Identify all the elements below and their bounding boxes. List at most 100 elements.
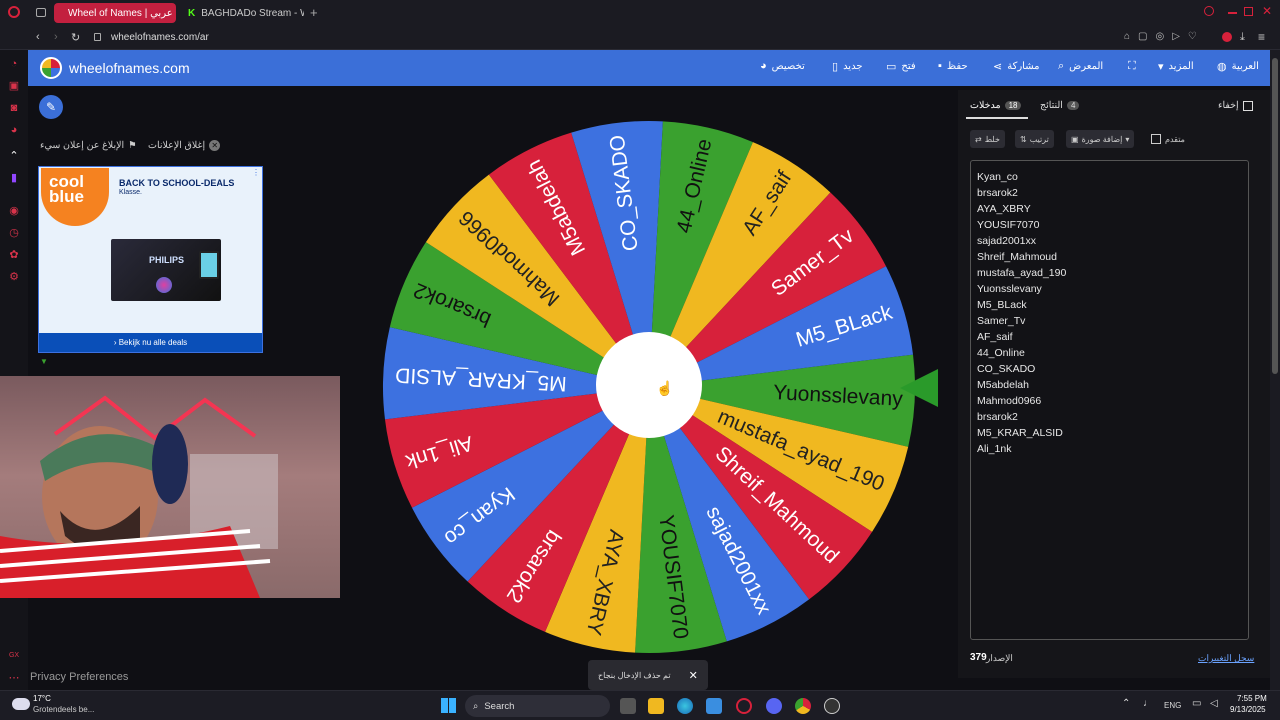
tray-chevron-icon[interactable]: ⌃	[1122, 698, 1130, 709]
opera-gx-taskbar-icon[interactable]	[736, 698, 752, 714]
opera-icon[interactable]	[8, 6, 20, 18]
tab-baghdado-stream[interactable]: K BAGHDADo Stream - Wat	[180, 3, 304, 23]
clock-time[interactable]: 7:55 PM	[1237, 694, 1267, 703]
wheel-logo-icon[interactable]	[40, 57, 62, 79]
scrollbar-thumb[interactable]	[1272, 58, 1278, 374]
close-icon[interactable]: ✕	[689, 669, 698, 682]
volume-icon[interactable]: ◁	[1210, 698, 1218, 709]
weather-temp[interactable]: 17°C	[33, 694, 51, 703]
instagram-icon[interactable]: ◙	[8, 102, 20, 114]
entry-line[interactable]: M5_KRAR_ALSID	[977, 425, 1242, 441]
entry-line[interactable]: YOUSIF7070	[977, 217, 1242, 233]
discord-icon[interactable]	[766, 698, 782, 714]
minimize-icon[interactable]	[1228, 12, 1237, 14]
entry-line[interactable]: brsarok2	[977, 409, 1242, 425]
entry-line[interactable]: M5_BLack	[977, 297, 1242, 313]
entry-line[interactable]: Shreif_Mahmoud	[977, 249, 1242, 265]
site-logo-text[interactable]: wheelofnames.com	[69, 60, 190, 76]
obs-icon[interactable]	[824, 698, 840, 714]
extensions-icon[interactable]: ✿	[8, 249, 20, 261]
windows-start-icon[interactable]	[441, 698, 456, 713]
entry-line[interactable]: sajad2001xx	[977, 233, 1242, 249]
entry-line[interactable]: AF_saif	[977, 329, 1242, 345]
entry-line[interactable]: Samer_Tv	[977, 313, 1242, 329]
weather-desc[interactable]: Grotendeels be...	[33, 705, 94, 714]
customize-button[interactable]: ◕ تخصيص	[760, 60, 805, 72]
hide-checkbox[interactable]: إخفاء	[1218, 100, 1253, 111]
entry-line[interactable]: mustafa_ayad_190	[977, 265, 1242, 281]
gallery-button[interactable]: ⌕ المعرض	[1058, 60, 1103, 73]
privacy-preferences-link[interactable]: Privacy Preferences	[30, 671, 128, 683]
forward-icon[interactable]: ›	[54, 31, 58, 43]
toolbar-icons[interactable]: ⌂▢◎▷♡	[1124, 31, 1205, 42]
entry-line[interactable]: brsarok2	[977, 185, 1242, 201]
new-tab-button[interactable]: +	[310, 5, 318, 20]
history-icon[interactable]: ◷	[8, 227, 20, 239]
advanced-checkbox[interactable]: متقدم	[1151, 134, 1185, 144]
save-button[interactable]: ▪ حفظ	[938, 60, 968, 72]
microphone-icon[interactable]: ♩	[1143, 698, 1153, 709]
language-button[interactable]: ◍ العربية	[1217, 60, 1259, 73]
open-button[interactable]: ▭ فتح	[886, 60, 916, 73]
kick-sidebar-icon[interactable]: ⌃	[8, 150, 20, 162]
more-sidebar-icon[interactable]: ⋯	[8, 672, 20, 684]
network-icon[interactable]: ▭	[1192, 698, 1201, 709]
maximize-icon[interactable]	[1244, 7, 1253, 16]
ad-choices-icon[interactable]: ▼	[40, 357, 48, 366]
task-view-icon[interactable]	[620, 698, 636, 714]
aria-icon[interactable]: ◔	[8, 58, 20, 70]
language-indicator[interactable]: ENG	[1164, 701, 1181, 710]
wheel-center-hub[interactable]	[596, 332, 702, 438]
fullscreen-button[interactable]: ⛶	[1128, 60, 1136, 73]
ad-cta[interactable]: › Bekijk nu alle deals	[39, 333, 262, 352]
settings-icon[interactable]: ⚙	[8, 271, 20, 283]
player-icon[interactable]: ◉	[8, 205, 20, 217]
search-tabs-icon[interactable]	[1204, 6, 1214, 16]
add-image-button[interactable]: ▣ إضافة صورة ▾	[1066, 130, 1135, 148]
url-field[interactable]: wheelofnames.com/ar	[111, 32, 209, 43]
close-window-icon[interactable]: ✕	[1262, 4, 1272, 18]
edit-pencil-button[interactable]: ✎	[39, 95, 63, 119]
reload-icon[interactable]: ↻	[71, 31, 80, 44]
more-button[interactable]: ▾ المزيد	[1158, 60, 1194, 73]
ad-banner[interactable]: cool blue BACK TO SCHOOL-DEALS Klasse. ⋮…	[38, 166, 263, 353]
chrome-icon[interactable]	[795, 698, 811, 714]
clock-date[interactable]: 9/13/2025	[1230, 705, 1266, 714]
sort-button[interactable]: ⇅ ترتيب	[1015, 130, 1054, 148]
entry-line[interactable]: Kyan_co	[977, 169, 1242, 185]
profile-icon[interactable]	[1222, 32, 1232, 42]
file-explorer-icon[interactable]	[648, 698, 664, 714]
back-icon[interactable]: ‹	[36, 31, 40, 43]
workspaces-icon[interactable]	[36, 8, 46, 17]
new-button[interactable]: ▯ جديد	[832, 60, 863, 73]
wheel-svg[interactable]: Yuonsslevanymustafa_ayad_190Shreif_Mahmo…	[379, 117, 919, 657]
weather-icon[interactable]	[12, 698, 30, 710]
store-icon[interactable]	[706, 698, 722, 714]
share-button[interactable]: ⋖ مشاركة	[993, 60, 1040, 73]
edge-icon[interactable]	[677, 698, 693, 714]
tab-results[interactable]: النتائج 4	[1040, 100, 1080, 111]
entry-line[interactable]: Mahmod0966	[977, 393, 1242, 409]
entries-textarea[interactable]: Kyan_co brsarok2 AYA_XBRY YOUSIF7070 sajad20…	[970, 160, 1249, 640]
entry-line[interactable]: Yuonsslevany	[977, 281, 1242, 297]
report-ad-link[interactable]: الإبلاغ عن إعلان سيء ⚑	[40, 140, 137, 151]
tab-wheel-of-names[interactable]: Wheel of Names | عربي	[54, 3, 176, 23]
taskbar-search-box[interactable]: ⌕ Search	[465, 695, 610, 717]
tab-entries[interactable]: مدخلات 18	[970, 100, 1022, 111]
close-ads-link[interactable]: إغلاق الإعلانات ✕	[148, 140, 221, 151]
entry-line[interactable]: Ali_1nk	[977, 441, 1242, 457]
entry-line[interactable]: 44_Online	[977, 345, 1242, 361]
ad-info-icon[interactable]: ⋮	[252, 168, 262, 178]
twitch-icon[interactable]: ▮	[8, 172, 20, 184]
changelog-link[interactable]: سجل التغييرات	[1198, 653, 1254, 664]
gx-icon[interactable]: GX	[8, 650, 20, 662]
page-scrollbar[interactable]	[1270, 50, 1280, 690]
entry-line[interactable]: M5abdelah	[977, 377, 1242, 393]
entry-line[interactable]: AYA_XBRY	[977, 201, 1242, 217]
crypto-wallet-icon[interactable]: ▣	[8, 80, 20, 92]
messenger-icon[interactable]: ◕	[8, 124, 20, 136]
menu-icon[interactable]: ≡	[1258, 30, 1265, 44]
download-icon[interactable]: ⤓	[1240, 31, 1245, 44]
shuffle-button[interactable]: ⇄ خلط	[970, 130, 1005, 148]
entry-line[interactable]: CO_SKADO	[977, 361, 1242, 377]
